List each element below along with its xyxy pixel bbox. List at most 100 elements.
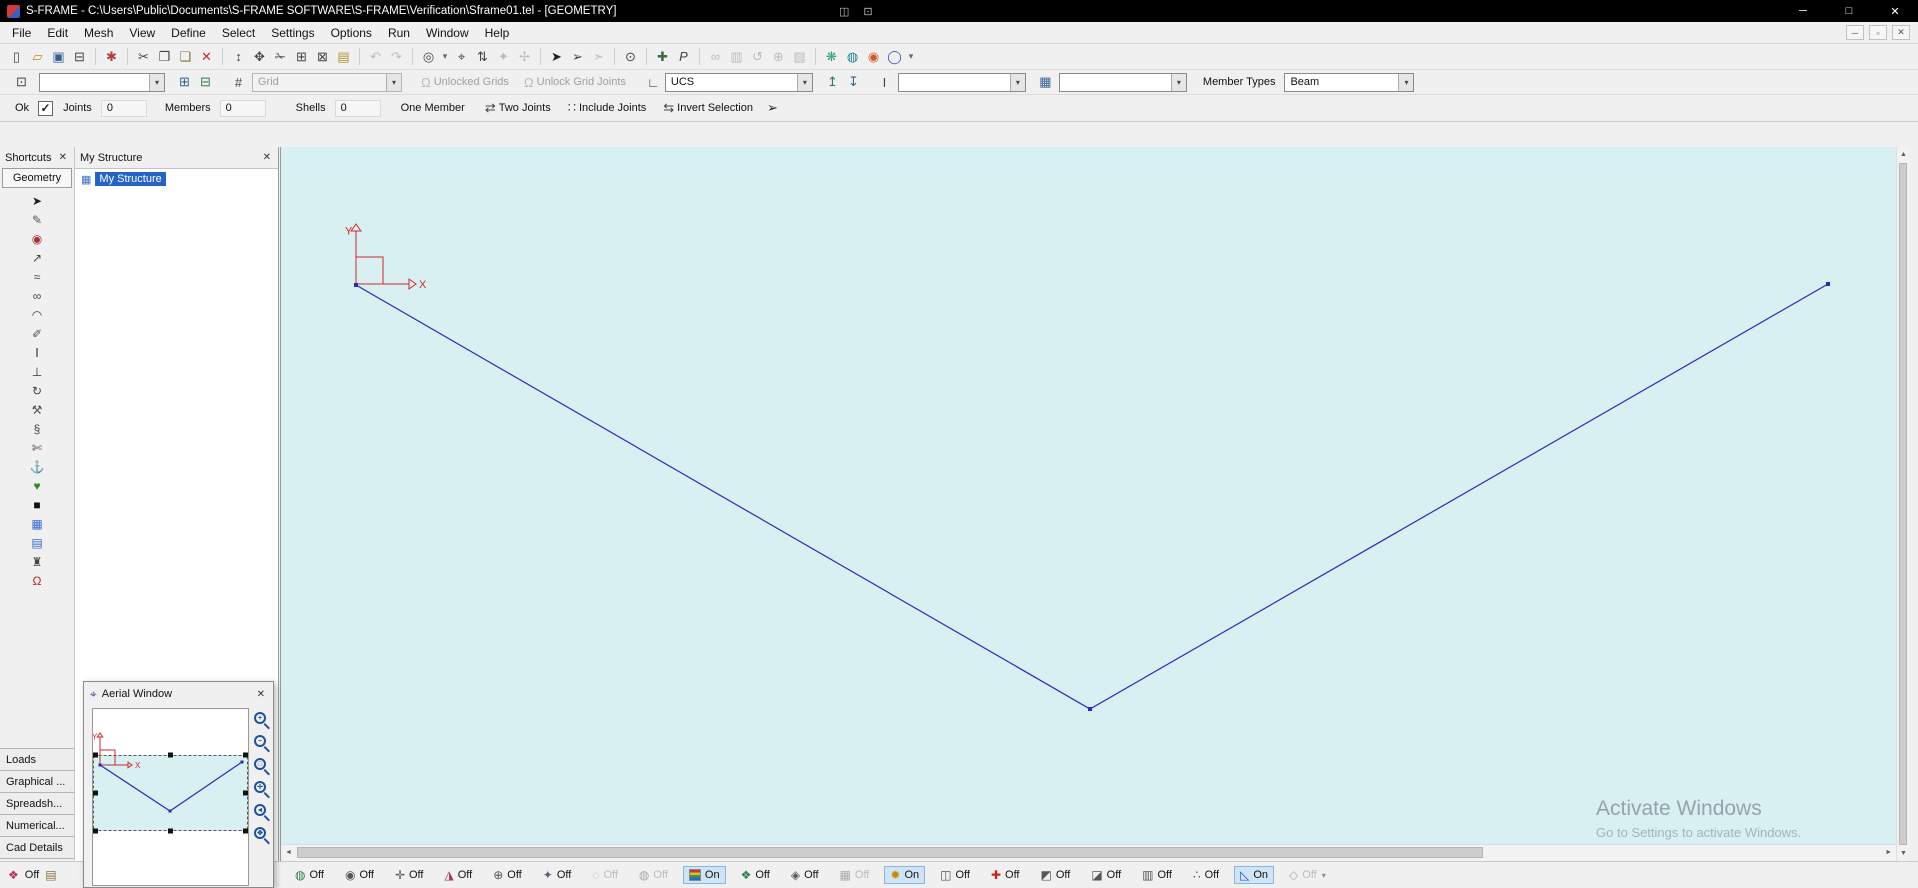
support-tool[interactable]: ⊥: [26, 364, 48, 380]
member-selector[interactable]: ▾: [897, 72, 1026, 92]
cad-layers-icon[interactable]: ▤: [45, 869, 56, 881]
select-window-button[interactable]: ➢: [568, 47, 587, 66]
grid-lock-button[interactable]: ⊠: [313, 47, 332, 66]
toolbar-overflow-arrow[interactable]: ▾: [906, 47, 916, 66]
maximize-button[interactable]: □: [1826, 0, 1872, 22]
visibility-button[interactable]: ⊙: [621, 47, 640, 66]
zoom-window-tool[interactable]: □: [253, 757, 271, 775]
snap-display-toggle[interactable]: ◺ On: [1234, 866, 1275, 884]
modify-tool[interactable]: ⚒: [26, 402, 48, 418]
label-display-toggle[interactable]: ✦ Off: [537, 866, 578, 884]
cut-button[interactable]: ✂: [134, 47, 153, 66]
include-joints[interactable]: ∷ Include Joints: [565, 100, 647, 116]
split-member-button[interactable]: ✁: [271, 47, 290, 66]
open-file-button[interactable]: ▱: [28, 47, 47, 66]
paste-button[interactable]: ❏: [176, 47, 195, 66]
member-tool[interactable]: ↗: [26, 250, 48, 266]
grid-table-icon[interactable]: ⊞: [175, 73, 194, 92]
rotate-tool[interactable]: ↻: [26, 383, 48, 399]
delete-button[interactable]: ✕: [197, 47, 216, 66]
sidebar-tab-graphical[interactable]: Graphical ...: [0, 770, 74, 792]
select-tool[interactable]: ➤: [26, 193, 48, 209]
grid-toggle-icon[interactable]: #: [229, 73, 248, 92]
edit-tool[interactable]: ✎: [26, 212, 48, 228]
menu-window[interactable]: Window: [418, 23, 477, 43]
close-icon[interactable]: ✕: [261, 152, 273, 163]
stretch-button[interactable]: ↕: [229, 47, 248, 66]
lower-icon[interactable]: ↧: [844, 73, 863, 92]
spreadsheet-tool[interactable]: ▤: [26, 535, 48, 551]
globe-button[interactable]: ◍: [843, 47, 862, 66]
pan-tool[interactable]: ✥: [253, 826, 271, 844]
joint-tool[interactable]: ◉: [26, 231, 48, 247]
view-camera-icon[interactable]: ⊡: [12, 73, 31, 92]
trim-tool[interactable]: ✄: [26, 440, 48, 456]
section-selector[interactable]: ▾: [1058, 72, 1187, 92]
member-display-toggle[interactable]: ◉ Off: [339, 866, 380, 884]
copy-button[interactable]: ❐: [155, 47, 174, 66]
render-display-toggle[interactable]: ✹ On: [884, 866, 926, 884]
two-joints[interactable]: ⇄ Two Joints: [482, 100, 551, 116]
shell-display-toggle[interactable]: ◌ Off: [586, 866, 624, 884]
sidebar-tab-numerical[interactable]: Numerical...: [0, 814, 74, 836]
menu-settings[interactable]: Settings: [263, 23, 322, 43]
release-tool[interactable]: ♥: [26, 478, 48, 494]
tab-geometry[interactable]: Geometry: [2, 168, 72, 188]
minimize-button[interactable]: ─: [1780, 0, 1826, 22]
continuous-member-tool[interactable]: ∞: [26, 288, 48, 304]
view-selector[interactable]: ▾: [39, 72, 165, 92]
dropdown-arrow-icon[interactable]: ▾: [149, 73, 164, 91]
sphere-button[interactable]: ◯: [885, 47, 904, 66]
more-display-options[interactable]: ◇ Off ▾: [1283, 866, 1332, 884]
aerial-map[interactable]: YX: [92, 708, 249, 886]
close-icon[interactable]: ✕: [57, 152, 69, 163]
horizontal-scrollbar[interactable]: ◄ ►: [281, 844, 1896, 861]
mdi-close-button[interactable]: ✕: [1892, 25, 1910, 40]
grid-selector[interactable]: Grid ▾: [252, 72, 402, 92]
section-display-toggle[interactable]: ◈ Off: [785, 866, 825, 884]
member-types-selector[interactable]: Beam ▾: [1284, 72, 1415, 92]
menu-options[interactable]: Options: [323, 23, 380, 43]
scroll-right-arrow-icon[interactable]: ►: [1885, 849, 1892, 856]
grid-plus-button[interactable]: ⊞: [292, 47, 311, 66]
zoom-previous-tool[interactable]: ◄: [253, 803, 271, 821]
panel-display-toggle[interactable]: ◫ Off: [934, 866, 976, 884]
arc-tool[interactable]: ◠: [26, 307, 48, 323]
section-table-icon[interactable]: ▦: [1036, 73, 1055, 92]
member-axis-icon[interactable]: I: [875, 73, 894, 92]
dropdown-arrow-icon[interactable]: ▾: [1009, 73, 1025, 91]
grid-export-icon[interactable]: ⊟: [196, 73, 215, 92]
ok-checkbox[interactable]: ✓: [38, 100, 54, 116]
tree-item-my-structure[interactable]: ▦ My Structure: [75, 169, 278, 188]
menu-mesh[interactable]: Mesh: [76, 23, 121, 43]
solid-display-toggle[interactable]: ◍ Off: [633, 866, 674, 884]
scroll-down-arrow-icon[interactable]: ▼: [1900, 850, 1907, 857]
menu-file[interactable]: File: [4, 23, 39, 43]
mdi-minimize-button[interactable]: ─: [1846, 25, 1864, 40]
deflection-display-toggle[interactable]: ▥ Off: [1136, 866, 1178, 884]
load-display-toggle[interactable]: ⊕ Off: [487, 866, 528, 884]
menu-run[interactable]: Run: [380, 23, 418, 43]
dropdown-arrow-icon[interactable]: ▾: [796, 73, 812, 91]
mesh-tool[interactable]: ▦: [26, 516, 48, 532]
zoom-in-tool[interactable]: +: [253, 711, 271, 729]
menu-help[interactable]: Help: [477, 23, 518, 43]
zoom-out-tool[interactable]: −: [253, 734, 271, 752]
raise-icon[interactable]: ↥: [823, 73, 842, 92]
analysis-button[interactable]: ❋: [822, 47, 841, 66]
geometry-canvas[interactable]: YX Activate Windows Go to Settings to ac…: [280, 147, 1909, 861]
menu-edit[interactable]: Edit: [39, 23, 76, 43]
menu-view[interactable]: View: [121, 23, 163, 43]
load-p-button[interactable]: P: [674, 47, 693, 66]
mesh-display-toggle[interactable]: ▦ Off: [834, 866, 876, 884]
shear-display-toggle[interactable]: ◩ Off: [1035, 866, 1077, 884]
support-display-toggle[interactable]: ◮ Off: [438, 866, 478, 884]
joint-display-toggle[interactable]: ◍ Off: [289, 866, 330, 884]
preferences-button[interactable]: ✱: [102, 47, 121, 66]
sidebar-tab-spreadsh[interactable]: Spreadsh...: [0, 792, 74, 814]
sidebar-tab-loads[interactable]: Loads: [0, 748, 74, 770]
sort-button[interactable]: ⇅: [473, 47, 492, 66]
results-toggle-icon[interactable]: ❖: [8, 869, 19, 881]
menu-select[interactable]: Select: [214, 23, 263, 43]
reaction-display-toggle[interactable]: ∴ Off: [1187, 866, 1225, 884]
